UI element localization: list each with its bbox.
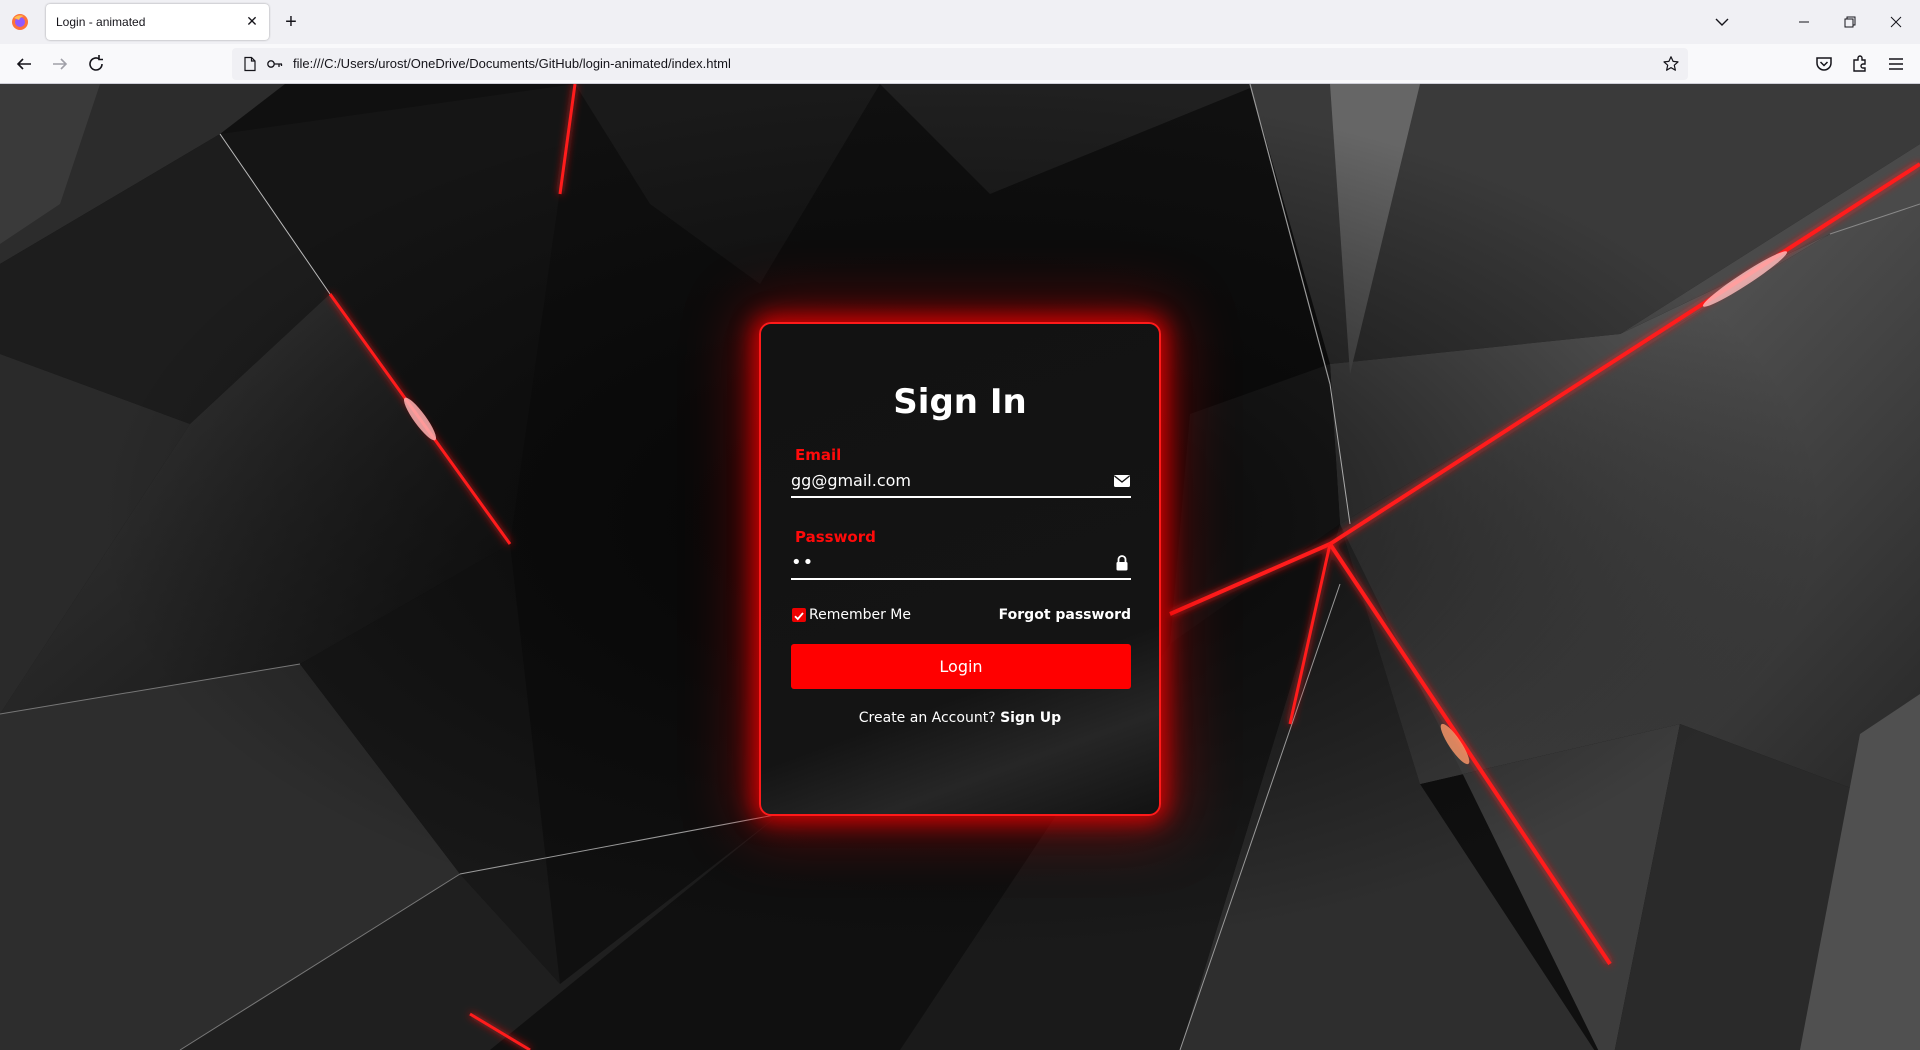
password-input[interactable] [791,550,1091,574]
remember-me-label[interactable]: Remember Me [809,607,911,623]
bookmark-star-icon[interactable] [1662,55,1680,73]
signup-prompt: Create an Account? [858,710,996,726]
tab-title: Login - animated [56,15,146,29]
browser-tab-bar: Login - animated ✕ + [0,0,1920,44]
email-field[interactable] [791,458,1131,498]
password-field[interactable] [791,540,1131,580]
remember-row: Remember Me Forgot password [791,604,1131,626]
signup-row: Create an Account? Sign Up [761,710,1159,726]
pocket-icon[interactable] [1812,52,1836,76]
extensions-puzzle-icon[interactable] [1848,52,1872,76]
sign-up-link[interactable]: Sign Up [1000,710,1061,726]
login-button[interactable]: Login [791,644,1131,689]
window-close-icon[interactable] [1884,10,1908,34]
back-arrow-icon[interactable] [12,52,36,76]
url-text[interactable]: file:///C:/Users/urost/OneDrive/Document… [293,56,731,71]
restore-icon[interactable] [1838,10,1862,34]
forgot-password-link[interactable]: Forgot password [999,607,1131,623]
browser-tab[interactable]: Login - animated ✕ [46,4,269,40]
address-bar[interactable]: file:///C:/Users/urost/OneDrive/Document… [232,48,1688,80]
minimize-icon[interactable] [1792,10,1816,34]
login-card: Sign In Email Password Remember Me [759,322,1161,816]
envelope-icon [1114,475,1130,487]
firefox-logo-icon [12,14,28,30]
browser-nav-bar: file:///C:/Users/urost/OneDrive/Document… [0,44,1920,84]
login-title: Sign In [893,382,1027,422]
reload-icon[interactable] [84,52,108,76]
new-tab-button[interactable]: + [280,11,302,33]
page-content: Sign In Email Password Remember Me [0,84,1920,1050]
tab-close-icon[interactable]: ✕ [243,13,261,31]
page-icon[interactable] [242,56,258,72]
forward-arrow-icon[interactable] [48,52,72,76]
remember-me-checkbox[interactable] [792,608,806,622]
key-icon[interactable] [266,56,284,72]
chevron-down-icon[interactable] [1710,10,1734,34]
email-input[interactable] [791,468,1091,492]
checkmark-icon [794,612,804,621]
hamburger-menu-icon[interactable] [1884,52,1908,76]
lock-icon [1116,555,1128,571]
